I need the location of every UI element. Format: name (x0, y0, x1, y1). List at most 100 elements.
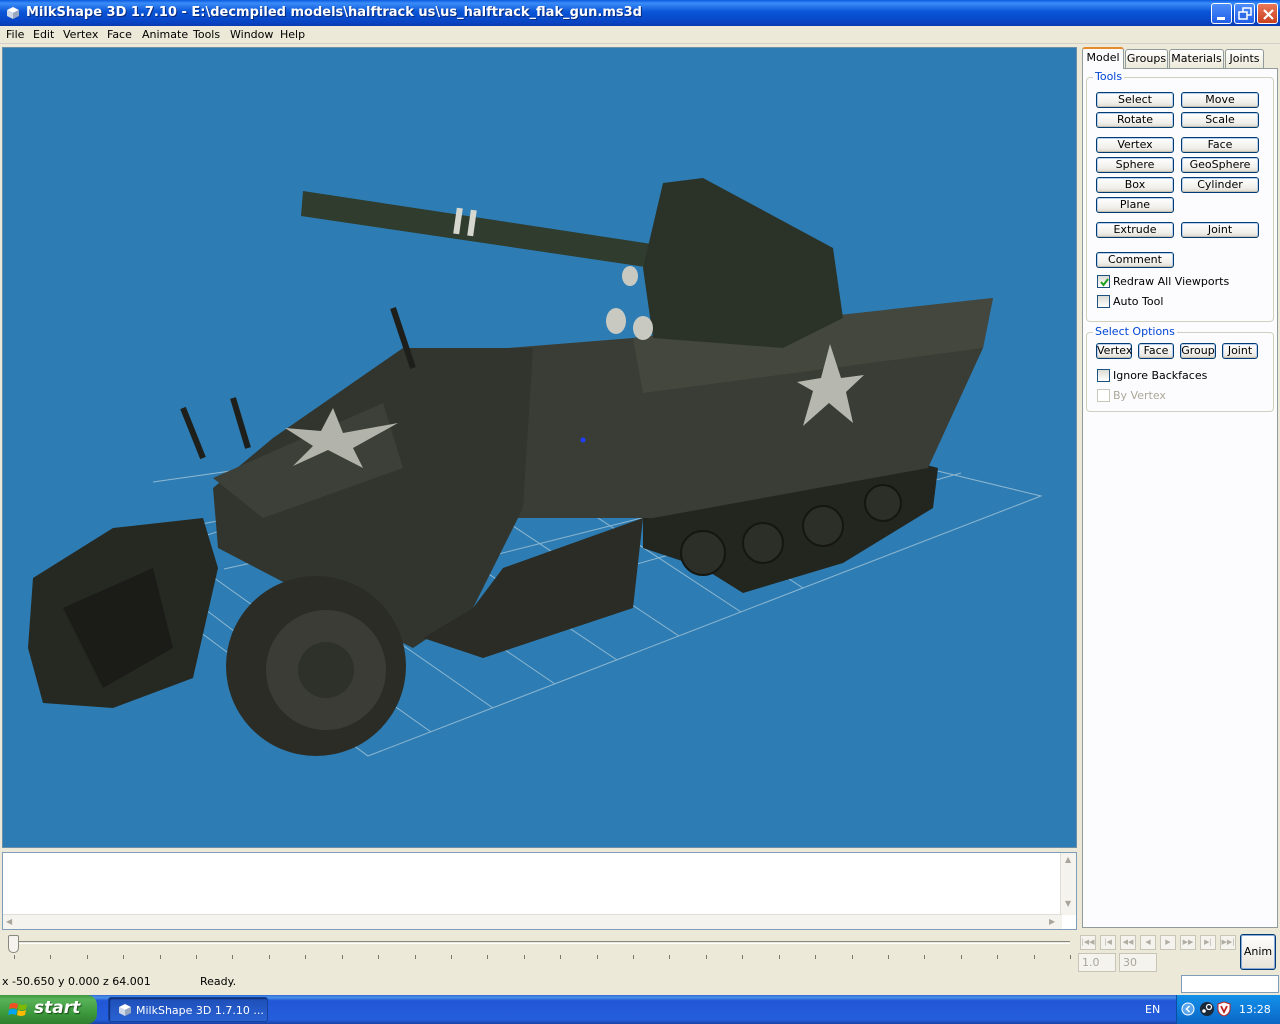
extrude-tool-button[interactable]: Extrude (1096, 222, 1174, 238)
next-frame-button[interactable]: ▶ (1160, 935, 1176, 950)
timeline-tick (851, 955, 853, 959)
scale-tool-button[interactable]: Scale (1181, 112, 1259, 128)
timeline-tick (778, 955, 780, 959)
prev-frame-button[interactable]: ◀ (1140, 935, 1156, 950)
animation-timeline[interactable] (2, 933, 1076, 973)
face-tool-button[interactable]: Face (1181, 137, 1259, 153)
message-horizontal-scrollbar[interactable]: ◀ ▶ (3, 914, 1062, 929)
timeline-tick (742, 955, 744, 959)
scroll-right-arrow-icon[interactable]: ▶ (1049, 917, 1055, 926)
timeline-tick (50, 955, 52, 959)
timeline-tick (232, 955, 234, 959)
3d-viewport[interactable] (2, 47, 1077, 848)
timeline-tick (1070, 955, 1071, 959)
language-indicator[interactable]: EN (1145, 1003, 1160, 1016)
menu-face[interactable]: Face (107, 28, 132, 41)
restore-button[interactable] (1234, 3, 1255, 24)
prev-key-button[interactable]: |◀ (1100, 935, 1116, 950)
minimize-button[interactable] (1211, 3, 1232, 24)
box-tool-button[interactable]: Box (1096, 177, 1174, 193)
menu-file[interactable]: File (6, 28, 24, 41)
menu-edit[interactable]: Edit (33, 28, 54, 41)
scroll-left-arrow-icon[interactable]: ◀ (6, 917, 12, 926)
first-frame-button[interactable]: |◀◀ (1080, 935, 1096, 950)
milkshape-task-icon (119, 1004, 131, 1016)
cylinder-tool-button[interactable]: Cylinder (1181, 177, 1259, 193)
timeline-tick (887, 955, 889, 959)
joint-tool-button[interactable]: Joint (1181, 222, 1259, 238)
select-tool-button[interactable]: Select (1096, 92, 1174, 108)
rotate-tool-button[interactable]: Rotate (1096, 112, 1174, 128)
scroll-down-arrow-icon[interactable]: ▼ (1065, 899, 1071, 908)
steam-icon[interactable] (1199, 1001, 1215, 1020)
tab-groups[interactable]: Groups (1125, 49, 1168, 68)
system-clock: 13:28 (1239, 1003, 1271, 1016)
timeline-tick (1033, 955, 1035, 959)
system-tray: 13:28 (1176, 995, 1280, 1024)
timeline-tick (414, 955, 416, 959)
scroll-up-arrow-icon[interactable]: ▲ (1065, 855, 1071, 864)
fast-forward-button[interactable]: ▶▶ (1180, 935, 1196, 950)
message-vertical-scrollbar[interactable]: ▲ ▼ (1060, 853, 1076, 915)
by-vertex-checkbox (1097, 389, 1110, 402)
ignore-backfaces-checkbox[interactable] (1097, 369, 1110, 382)
menu-help[interactable]: Help (280, 28, 305, 41)
frame-start-field[interactable]: 1.0 (1078, 953, 1116, 972)
vertex-tool-button[interactable]: Vertex (1096, 137, 1174, 153)
tools-group: Tools Select Move Rotate Scale Vertex Fa… (1086, 70, 1274, 322)
sphere-tool-button[interactable]: Sphere (1096, 157, 1174, 173)
select-joint-button[interactable]: Joint (1222, 343, 1258, 359)
timeline-tick (305, 955, 307, 959)
timeline-tick (159, 955, 161, 959)
status-message: Ready. (200, 975, 237, 988)
status-bar: x -50.650 y 0.000 z 64.001 Ready. (0, 973, 1280, 995)
timeline-tick (123, 955, 125, 959)
menu-animate[interactable]: Animate (142, 28, 188, 41)
timeline-track (12, 941, 1070, 944)
frame-end-field[interactable]: 30 (1119, 953, 1157, 972)
next-key-button[interactable]: ▶| (1200, 935, 1216, 950)
by-vertex-label: By Vertex (1113, 389, 1166, 402)
timeline-tick (669, 955, 671, 959)
timeline-tick (450, 955, 452, 959)
select-vertex-button[interactable]: Vertex (1096, 343, 1132, 359)
select-face-button[interactable]: Face (1138, 343, 1174, 359)
comment-button[interactable]: Comment (1096, 252, 1174, 268)
geosphere-tool-button[interactable]: GeoSphere (1181, 157, 1259, 173)
message-log[interactable]: ▲ ▼ ◀ ▶ (2, 852, 1077, 930)
title-bar[interactable]: MilkShape 3D 1.7.10 - E:\decmpiled model… (0, 0, 1280, 26)
rewind-button[interactable]: ◀◀ (1120, 935, 1136, 950)
timeline-tick (815, 955, 817, 959)
menu-bar: File Edit Vertex Face Animate Tools Wind… (0, 26, 1280, 44)
menu-vertex[interactable]: Vertex (63, 28, 98, 41)
redraw-all-viewports-label: Redraw All Viewports (1113, 275, 1230, 288)
tab-materials[interactable]: Materials (1169, 49, 1224, 68)
milkshape-window: MilkShape 3D 1.7.10 - E:\decmpiled model… (0, 0, 1280, 1024)
taskbar-milkshape-item[interactable]: MilkShape 3D 1.7.10 ... (108, 997, 268, 1022)
timeline-tick (86, 955, 88, 959)
antivirus-icon[interactable] (1217, 1001, 1231, 1020)
plane-tool-button[interactable]: Plane (1096, 197, 1174, 213)
timeline-tick (378, 955, 380, 959)
model-tab-content: Tools Select Move Rotate Scale Vertex Fa… (1082, 68, 1278, 928)
window-title: MilkShape 3D 1.7.10 - E:\decmpiled model… (26, 5, 642, 20)
timeline-tick (705, 955, 707, 959)
tab-model[interactable]: Model (1082, 47, 1124, 69)
auto-tool-checkbox[interactable] (1097, 295, 1110, 308)
menu-tools[interactable]: Tools (193, 28, 220, 41)
start-button[interactable]: start (0, 995, 97, 1024)
anim-button[interactable]: Anim (1240, 934, 1276, 970)
last-frame-button[interactable]: ▶▶| (1220, 935, 1236, 950)
select-group-button[interactable]: Group (1180, 343, 1216, 359)
timeline-tick (997, 955, 999, 959)
select-options-title: Select Options (1093, 325, 1177, 338)
tray-expand-icon[interactable] (1181, 1001, 1195, 1020)
move-tool-button[interactable]: Move (1181, 92, 1259, 108)
redraw-all-viewports-checkbox[interactable] (1097, 275, 1110, 288)
timeline-tick (268, 955, 270, 959)
auto-tool-label: Auto Tool (1113, 295, 1164, 308)
tab-joints[interactable]: Joints (1225, 49, 1264, 68)
timeline-slider-thumb[interactable] (8, 935, 19, 953)
menu-window[interactable]: Window (230, 28, 273, 41)
close-button[interactable] (1257, 3, 1278, 24)
